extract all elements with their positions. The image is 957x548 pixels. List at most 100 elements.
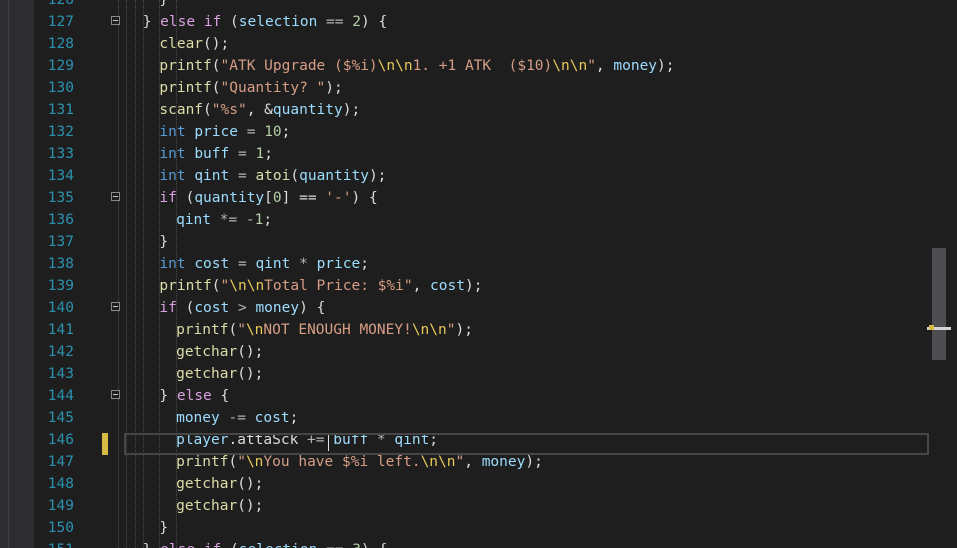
code-token: else: [160, 14, 196, 30]
code-token: -=: [219, 410, 255, 426]
code-text: if (quantity[0] == '-') {: [159, 187, 377, 209]
code-token: );: [455, 322, 473, 338]
code-editor[interactable]: 126} 127} else if (selection == 2) {128 cl…: [34, 0, 957, 548]
line-number: 127: [47, 14, 74, 30]
code-line: 144} else {: [34, 385, 957, 407]
fold-collapse-icon[interactable]: [111, 390, 120, 399]
line-number: 130: [47, 80, 74, 96]
code-token: quantity: [272, 102, 343, 118]
code-line: 137}: [34, 231, 957, 253]
code-token: "%s": [211, 102, 247, 118]
code-line: 148 getchar();: [34, 473, 957, 495]
code-text: }: [159, 231, 168, 253]
code-token: ;: [263, 212, 273, 228]
code-text: qint *= -1;: [176, 209, 272, 231]
line-number: 142: [47, 344, 74, 360]
fold-collapse-icon[interactable]: [111, 302, 120, 311]
code-token: if: [159, 190, 177, 206]
code-token: (: [221, 14, 239, 30]
code-token: cost: [194, 256, 230, 272]
code-token: }: [159, 520, 169, 536]
code-line: 149 getchar();: [34, 495, 957, 517]
current-line-highlight: [124, 433, 929, 455]
code-token: (: [211, 80, 221, 96]
code-token: }: [143, 542, 160, 548]
code-text: printf("Quantity? ");: [159, 77, 342, 99]
fold-collapse-icon[interactable]: [111, 16, 120, 25]
code-token: ] ==: [281, 190, 326, 206]
code-token: ();: [237, 476, 264, 492]
scrollbar-thumb[interactable]: [932, 248, 946, 360]
code-token: if: [203, 14, 222, 30]
unsaved-change-marker: [102, 433, 108, 455]
code-token: );: [657, 58, 675, 74]
code-token: =: [237, 124, 265, 140]
code-token: ,: [595, 58, 614, 74]
text-cursor: [328, 435, 329, 451]
code-line: 126}: [34, 0, 957, 11]
code-line: 138 int cost = qint * price;: [34, 253, 957, 275]
code-token: ==: [317, 14, 353, 30]
line-number: 137: [47, 234, 74, 250]
code-line: 131 scanf("%s", &quantity);: [34, 99, 957, 121]
code-token: else: [176, 388, 212, 404]
code-text: if (cost > money) {: [159, 297, 325, 319]
code-token: *: [290, 256, 317, 272]
code-token: ) {: [360, 14, 388, 30]
code-text: int cost = qint * price;: [159, 253, 369, 275]
code-text: getchar();: [176, 363, 263, 385]
code-token: }: [142, 14, 161, 30]
code-line: 139 printf("\n\nTotal Price: $%i", cost);: [34, 275, 957, 297]
code-token: printf: [159, 80, 212, 96]
line-number: 149: [47, 498, 74, 514]
code-text: getchar();: [176, 495, 263, 517]
code-token: printf: [159, 58, 212, 74]
code-token: (: [176, 300, 195, 316]
code-token: ) {: [299, 300, 326, 316]
code-text: getchar();: [176, 473, 263, 495]
code-token: money: [176, 410, 220, 426]
code-token: ();: [237, 366, 264, 382]
code-text: } else if (selection == 2) {: [143, 11, 388, 33]
code-token: money: [613, 58, 658, 74]
code-text: int buff = 1;: [159, 143, 273, 165]
code-line: 134 int qint = atoi(quantity);: [34, 165, 957, 187]
code-text: getchar();: [176, 341, 263, 363]
code-token: getchar: [176, 366, 238, 382]
code-token: 1. +1 ATK ($10): [412, 58, 553, 74]
code-text: scanf("%s", &quantity);: [159, 99, 360, 121]
code-token: 10: [264, 124, 282, 140]
margin-divider: [8, 0, 9, 548]
code-text: } else if (selection == 3) {: [143, 539, 388, 548]
code-text: }: [159, 517, 168, 539]
editor-left-margin: [0, 0, 34, 548]
fold-collapse-icon[interactable]: [111, 192, 120, 201]
code-text: printf("\nNOT ENOUGH MONEY!\n\n");: [176, 319, 473, 341]
code-token: int: [159, 124, 186, 140]
code-line: 143 getchar();: [34, 363, 957, 385]
code-token: ": [237, 322, 246, 338]
line-number: 136: [47, 212, 74, 228]
line-number: 143: [47, 366, 74, 382]
code-token: \n\n: [552, 58, 588, 74]
code-line: 142 getchar();: [34, 341, 957, 363]
code-text: } else {: [159, 385, 229, 407]
code-token: ==: [317, 542, 352, 548]
code-token: \n\n: [420, 454, 456, 470]
code-token: buff: [194, 146, 230, 162]
code-token: (: [228, 322, 238, 338]
code-token: (: [290, 168, 300, 184]
code-text: int qint = atoi(quantity);: [159, 165, 386, 187]
code-token: quantity: [299, 168, 369, 184]
code-token: ;: [360, 256, 369, 272]
line-number: 131: [47, 102, 74, 118]
code-token: =: [229, 168, 256, 184]
code-token: ();: [237, 498, 264, 514]
code-token: }: [159, 0, 169, 8]
line-number: 148: [47, 476, 74, 492]
code-token: selection: [238, 14, 318, 30]
line-number: 145: [47, 410, 74, 426]
line-number: 134: [47, 168, 74, 184]
code-token: atoi: [255, 168, 291, 184]
